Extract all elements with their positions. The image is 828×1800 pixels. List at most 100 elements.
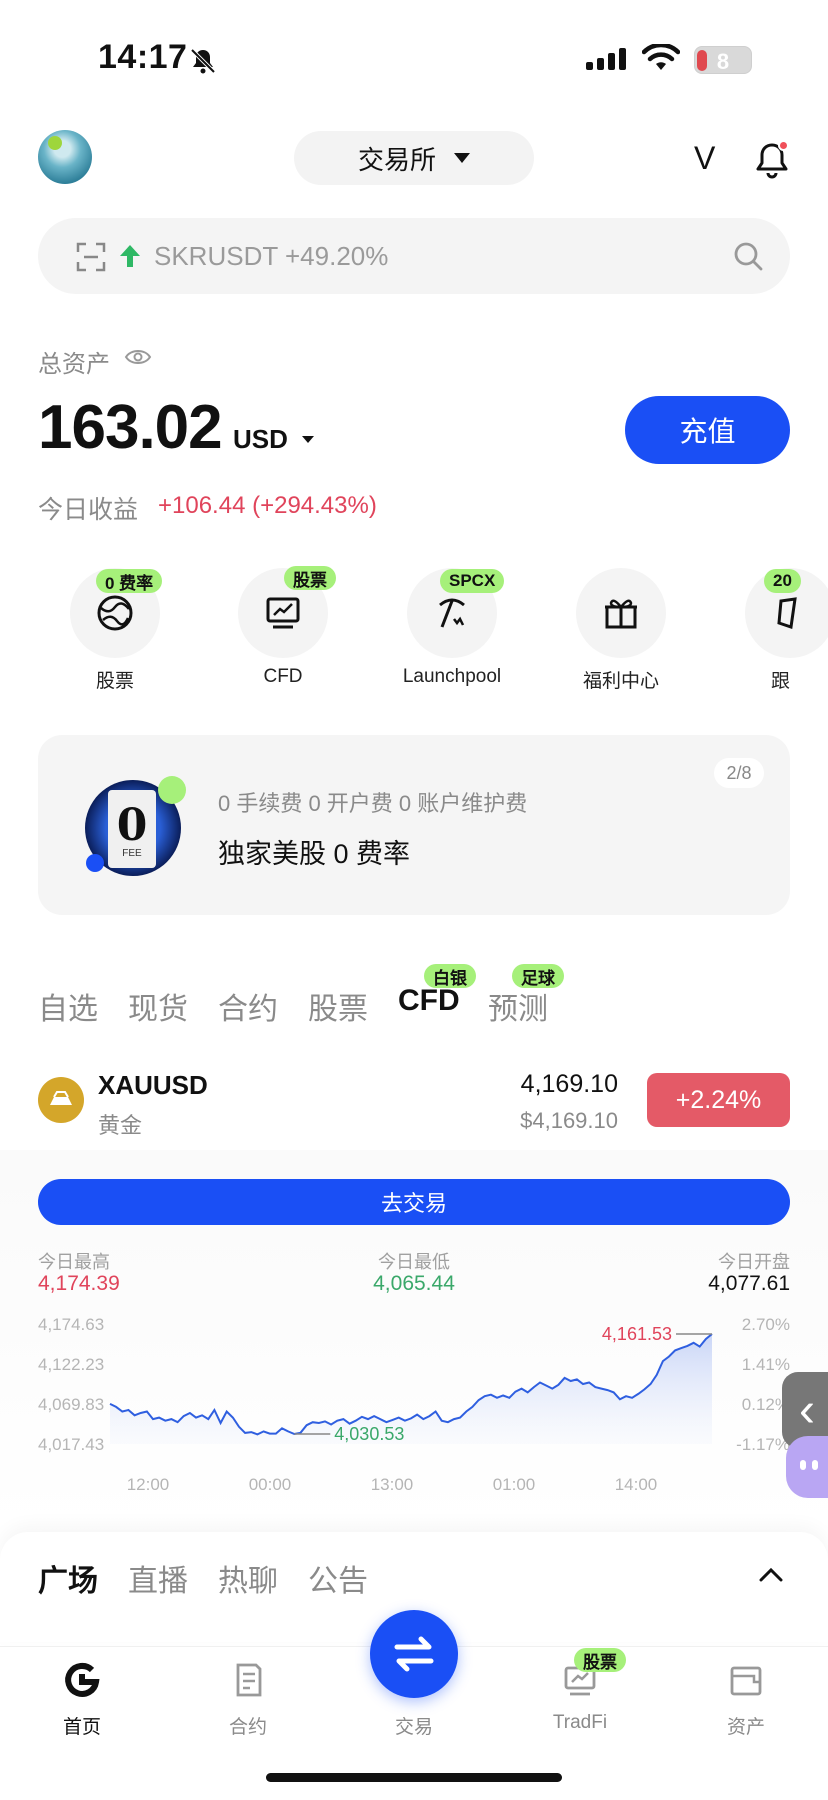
promo-title: 独家美股 0 费率 xyxy=(218,839,411,869)
y-tick-label-left: 4,069.83 xyxy=(38,1395,104,1414)
instrument-price: 4,169.10 xyxy=(520,1070,618,1098)
y-tick-label-left: 4,174.63 xyxy=(38,1315,104,1334)
nav-label: 合约 xyxy=(228,1717,267,1738)
chevron-up-icon[interactable] xyxy=(758,1562,784,1588)
gift-icon xyxy=(605,599,637,629)
exchange-switcher[interactable]: 交易所 xyxy=(294,131,534,185)
x-tick-label: 00:00 xyxy=(249,1475,292,1494)
currency-unit-selector[interactable]: USD xyxy=(233,424,288,455)
assistant-mascot-icon[interactable] xyxy=(786,1436,828,1498)
y-tick-label-right: 2.70% xyxy=(742,1315,790,1334)
promo-zero-text: 0 xyxy=(116,800,148,851)
unit-caret-down-icon[interactable] xyxy=(302,436,314,443)
y-tick-label-left: 4,122.23 xyxy=(38,1355,104,1374)
price-chart[interactable]: 4,174.63 4,122.23 4,069.83 4,017.43 2.70% 1.4… xyxy=(38,1310,790,1500)
chart-area-fill xyxy=(110,1334,712,1444)
shortcut-badge: 股票 xyxy=(284,566,336,590)
tab-square[interactable]: 广场 xyxy=(38,1556,98,1600)
nav-label: 首页 xyxy=(62,1717,101,1738)
nav-futures[interactable]: 合约 xyxy=(188,1660,308,1739)
x-tick-label: 13:00 xyxy=(371,1475,414,1494)
search-icon[interactable] xyxy=(732,240,764,272)
shortcut-label: 股票 xyxy=(95,671,134,692)
instrument-price-usd: $4,169.10 xyxy=(520,1108,618,1133)
promo-fee-text: FEE xyxy=(122,848,142,859)
shortcut-label: Launchpool xyxy=(402,666,502,687)
promo-page-indicator: 2/8 xyxy=(714,758,764,788)
tab-spot[interactable]: 现货 xyxy=(128,984,188,1028)
home-indicator xyxy=(266,1773,562,1782)
instrument-symbol[interactable]: XAUUSD xyxy=(98,1070,208,1101)
tab-stocks[interactable]: 股票 xyxy=(308,984,368,1028)
nav-trade-label: 交易 xyxy=(394,1717,433,1738)
change-badge[interactable]: +2.24% xyxy=(647,1073,790,1127)
bell-muted-icon xyxy=(190,48,216,74)
nav-badge: 股票 xyxy=(574,1648,626,1672)
trending-up-icon xyxy=(120,245,140,267)
nav-tradfi[interactable]: TradFi xyxy=(520,1660,640,1734)
trade-fab-button[interactable] xyxy=(370,1610,458,1698)
shortcut-label: 跟 xyxy=(771,671,791,692)
total-assets-label: 总资产 xyxy=(38,351,110,378)
today-pnl-value: +106.44 (+294.43%) xyxy=(158,492,377,519)
total-assets-value: 163.02 xyxy=(38,393,223,462)
shortcut-label: 福利中心 xyxy=(582,671,659,692)
globe-icon xyxy=(97,595,133,631)
home-logo-icon xyxy=(65,1662,100,1697)
y-tick-label-right: -1.17% xyxy=(736,1435,790,1454)
shortcut-badge: 0 费率 xyxy=(96,569,163,593)
tab-live[interactable]: 直播 xyxy=(128,1556,188,1600)
exchange-label: 交易所 xyxy=(357,144,436,175)
avatar[interactable] xyxy=(38,130,92,184)
futures-doc-icon xyxy=(236,1663,262,1697)
today-pnl-label: 今日收益 xyxy=(38,496,139,524)
wallet-icon xyxy=(730,1666,762,1696)
tab-cfd[interactable]: CFD xyxy=(398,984,460,1018)
tab-badge: 足球 xyxy=(512,964,564,988)
decor-dot xyxy=(158,776,186,804)
tab-watchlist[interactable]: 自选 xyxy=(38,984,98,1028)
decor-dot xyxy=(86,854,104,872)
nav-home[interactable]: 首页 xyxy=(22,1660,142,1739)
stat-low-value: 4,065.44 xyxy=(373,1272,455,1295)
x-tick-label: 12:00 xyxy=(127,1475,170,1494)
copy-trade-icon xyxy=(777,597,797,629)
chart-board-icon xyxy=(266,597,300,629)
battery-level: 8 xyxy=(716,49,730,74)
annotation-low-label: 4,030.53 xyxy=(334,1424,404,1444)
go-trade-button[interactable]: 去交易 xyxy=(38,1179,790,1225)
swap-arrows-icon xyxy=(394,1636,434,1672)
wifi-icon xyxy=(642,44,680,70)
tab-announcements[interactable]: 公告 xyxy=(308,1556,368,1600)
search-bar[interactable] xyxy=(38,218,790,294)
shortcut-badge: SPCX xyxy=(440,569,505,593)
cellular-signal-icon xyxy=(586,48,626,70)
tab-badge: 白银 xyxy=(424,964,476,988)
battery-indicator: 8 xyxy=(694,46,752,74)
stat-open-label: 今日开盘 xyxy=(718,1252,790,1272)
shortcut-rewards[interactable] xyxy=(576,568,666,658)
tab-hot-chat[interactable]: 热聊 xyxy=(218,1556,278,1600)
deposit-button[interactable]: 充值 xyxy=(625,396,790,464)
eye-icon[interactable] xyxy=(124,346,152,368)
notification-dot xyxy=(778,140,789,151)
nav-assets[interactable]: 资产 xyxy=(686,1660,806,1739)
promo-subtitle: 0 手续费 0 开户费 0 账户维护费 xyxy=(218,791,528,816)
tab-prediction[interactable]: 预测 xyxy=(488,984,548,1028)
brand-v-icon[interactable]: V xyxy=(694,140,715,177)
shortcut-badge: 20 xyxy=(764,569,801,593)
x-tick-label: 14:00 xyxy=(615,1475,658,1494)
x-tick-label: 01:00 xyxy=(493,1475,536,1494)
instrument-name: 黄金 xyxy=(98,1113,143,1138)
shortcut-label: CFD xyxy=(263,666,303,687)
caret-down-icon xyxy=(454,153,470,163)
shortcut-rewards-circle[interactable] xyxy=(576,568,666,658)
scan-icon[interactable] xyxy=(76,242,106,272)
stat-high-label: 今日最高 xyxy=(38,1252,110,1272)
pickaxe-icon xyxy=(439,598,465,628)
search-trending-text: SKRUSDT +49.20% xyxy=(154,241,389,271)
nav-label: 资产 xyxy=(726,1717,765,1738)
tab-futures[interactable]: 合约 xyxy=(218,984,278,1028)
stat-low-label: 今日最低 xyxy=(378,1252,450,1272)
y-tick-label-left: 4,017.43 xyxy=(38,1435,104,1454)
